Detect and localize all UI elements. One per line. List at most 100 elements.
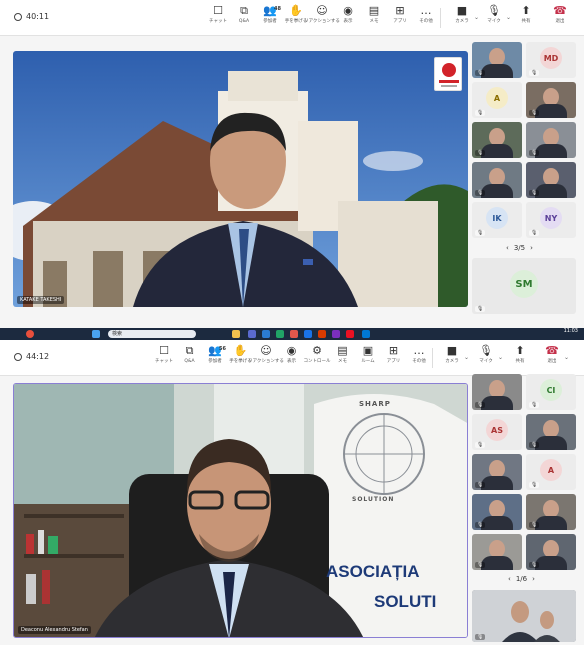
rooms-button[interactable]: ▣ ルーム xyxy=(354,344,382,372)
participant-tile[interactable]: 🎙 xyxy=(472,374,522,410)
participant-tile[interactable]: IK 🎙 xyxy=(472,202,522,238)
camera-dropdown[interactable]: ⌄ xyxy=(474,14,479,21)
mic-muted-icon: 🎙 xyxy=(475,482,486,488)
chrome-icon[interactable] xyxy=(290,330,298,338)
view-icon: ◉ xyxy=(343,4,353,17)
participant-avatar: A xyxy=(486,87,508,109)
participant-avatar: SM xyxy=(510,270,538,298)
participant-tile[interactable]: 🎙 xyxy=(526,534,576,570)
more-button[interactable]: … その他 xyxy=(412,4,440,32)
participant-tile[interactable]: A 🎙 xyxy=(526,454,576,490)
taskbar-search[interactable]: 検索 xyxy=(108,330,196,338)
toolbar-label: Q&A xyxy=(238,19,250,24)
toolbar-label: メモ xyxy=(338,359,347,364)
leave-dropdown[interactable]: ⌄ xyxy=(564,354,569,361)
start-icon[interactable] xyxy=(92,330,100,338)
mic-button[interactable]: 🎙 マイク xyxy=(480,4,508,32)
powerpoint-icon[interactable] xyxy=(318,330,326,338)
participant-tile[interactable]: 🎙 xyxy=(472,122,522,158)
excel-icon[interactable] xyxy=(276,330,284,338)
participant-tile[interactable]: 🎙 xyxy=(526,162,576,198)
hangup-icon: ☎ xyxy=(545,344,559,357)
participant-tile[interactable]: 🎙 xyxy=(472,42,522,78)
app-icon[interactable] xyxy=(332,330,340,338)
participant-tile[interactable]: 🎙 xyxy=(526,82,576,118)
view-button[interactable]: ◉ 表示 xyxy=(334,4,362,32)
participant-tile[interactable]: MD 🎙 xyxy=(526,42,576,78)
more-icon: … xyxy=(420,4,432,17)
people-button[interactable]: 👥 参加者 48 xyxy=(256,4,284,32)
mic-muted-icon: 🎙 xyxy=(475,442,486,448)
meeting-window-bottom: 44:12 ☐ チャット ⧉ Q&A 👥 参加者 56 ✋ 手を挙げる ☺ リアクションする ◉ 表示 ⚙… xyxy=(0,340,584,645)
file-explorer-icon[interactable] xyxy=(232,330,240,338)
participant-tile[interactable]: 🎙 xyxy=(472,162,522,198)
camera-button[interactable]: ■ カメラ xyxy=(438,344,466,372)
apps-button[interactable]: ⊞ アプリ xyxy=(380,344,408,372)
participant-tile[interactable]: NY 🎙 xyxy=(526,202,576,238)
share-button[interactable]: ⬆ 共有 xyxy=(506,344,534,372)
participant-count: 56 xyxy=(219,346,226,352)
participant-tile[interactable]: 🎙 xyxy=(472,494,522,530)
acrobat-icon[interactable] xyxy=(346,330,354,338)
chat-button[interactable]: ☐ チャット xyxy=(204,4,232,32)
chat-icon: ☐ xyxy=(159,344,169,357)
edge-icon[interactable] xyxy=(262,330,270,338)
participant-tile-large[interactable]: SM 🎙 xyxy=(472,258,576,314)
prev-page-icon[interactable]: ‹ xyxy=(508,575,511,583)
participant-avatar: IK xyxy=(486,207,508,229)
outlook-icon[interactable] xyxy=(362,330,370,338)
notes-button[interactable]: ▤ メモ xyxy=(360,4,388,32)
toolbar-label: ルーム xyxy=(361,359,375,364)
people-button[interactable]: 👥 参加者 56 xyxy=(201,344,229,372)
mic-dropdown[interactable]: ⌄ xyxy=(506,14,511,21)
chat-icon: ☐ xyxy=(213,4,223,17)
share-icon: ⬆ xyxy=(521,4,531,17)
participant-tile[interactable]: 🎙 xyxy=(526,414,576,450)
mic-dropdown[interactable]: ⌄ xyxy=(498,354,503,361)
participant-tile[interactable]: 🎙 xyxy=(526,122,576,158)
chat-button[interactable]: ☐ チャット xyxy=(150,344,178,372)
reactions-button[interactable]: ☺ リアクションする xyxy=(304,4,340,32)
leave-button[interactable]: ☎ 退出 xyxy=(538,344,566,372)
meeting-timer: 44:12 xyxy=(14,352,49,361)
camera-button[interactable]: ■ カメラ xyxy=(448,4,476,32)
apps-icon: ⊞ xyxy=(388,344,399,357)
participant-body xyxy=(481,516,513,530)
mic-muted-icon: 🎙 xyxy=(475,110,486,116)
participant-tile[interactable]: AS 🎙 xyxy=(472,414,522,450)
qa-button[interactable]: ⧉ Q&A xyxy=(230,4,258,32)
leave-button[interactable]: ☎ 退出 xyxy=(546,4,574,32)
view-button[interactable]: ◉ 表示 xyxy=(278,344,306,372)
weather-icon[interactable] xyxy=(26,330,34,338)
qa-button[interactable]: ⧉ Q&A xyxy=(176,344,204,372)
mic-muted-icon: 🎙 xyxy=(475,306,486,312)
participant-tile[interactable]: 🎙 xyxy=(472,534,522,570)
participant-tile-large[interactable]: 🎙 xyxy=(472,590,576,642)
participant-tile[interactable]: 🎙 xyxy=(472,454,522,490)
toolbar-label: アプリ xyxy=(386,359,401,364)
prev-page-icon[interactable]: ‹ xyxy=(506,244,509,252)
participant-tile[interactable]: 🎙 xyxy=(526,494,576,530)
participant-body xyxy=(535,556,567,570)
mic-muted-icon: 🎙 xyxy=(475,150,486,156)
camera-icon: ■ xyxy=(446,344,458,357)
mic-muted-icon: 🎙 xyxy=(529,110,540,116)
reactions-button[interactable]: ☺ リアクションする xyxy=(248,344,284,372)
participant-body xyxy=(481,184,513,198)
speaker-name-label: Deaconu Alexandru Stefan xyxy=(18,626,91,634)
next-page-icon[interactable]: › xyxy=(530,244,533,252)
app-icon[interactable] xyxy=(304,330,312,338)
more-button[interactable]: … その他 xyxy=(405,344,433,372)
more-icon: … xyxy=(413,344,425,357)
teams-icon[interactable] xyxy=(248,330,256,338)
camera-dropdown[interactable]: ⌄ xyxy=(464,354,469,361)
controls-button[interactable]: ⚙ コントロール xyxy=(303,344,331,372)
toolbar-label: 参加者 xyxy=(263,19,277,24)
participant-tile[interactable]: CI 🎙 xyxy=(526,374,576,410)
notes-button[interactable]: ▤ メモ xyxy=(329,344,357,372)
participant-tile[interactable]: A 🎙 xyxy=(472,82,522,118)
share-button[interactable]: ⬆ 共有 xyxy=(512,4,540,32)
next-page-icon[interactable]: › xyxy=(532,575,535,583)
apps-button[interactable]: ⊞ アプリ xyxy=(386,4,414,32)
mic-button[interactable]: 🎙 マイク xyxy=(472,344,500,372)
